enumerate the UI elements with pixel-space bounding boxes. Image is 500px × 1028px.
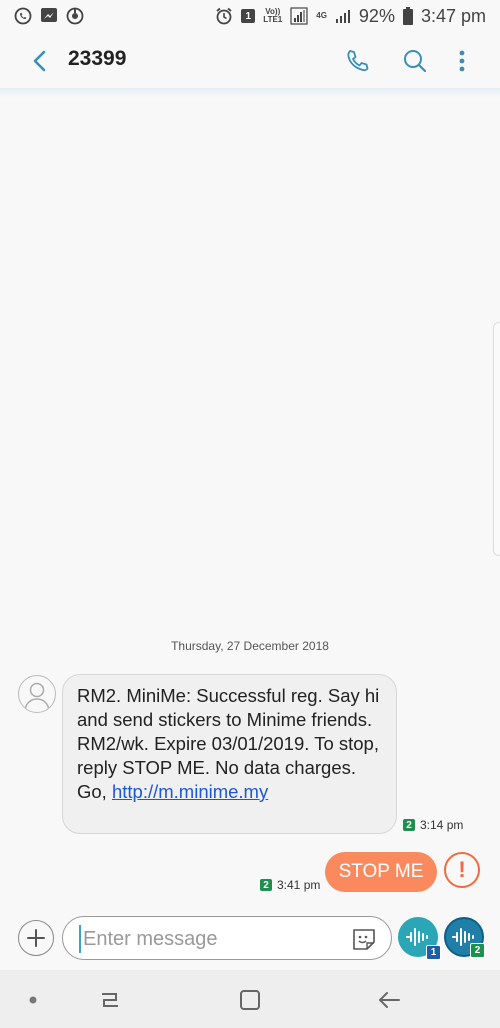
send-sim1-button[interactable]: 1 (398, 917, 441, 960)
messenger-icon (40, 7, 58, 25)
sim-2-badge: 2 (470, 943, 485, 958)
sync-icon (66, 7, 84, 25)
voice-wave-icon (406, 928, 428, 946)
add-attachment-button[interactable] (18, 920, 54, 956)
message-link[interactable]: http://m.minime.my (112, 781, 268, 802)
incoming-time: 3:14 pm (420, 818, 464, 832)
plus-icon (27, 929, 45, 947)
home-button[interactable] (237, 988, 263, 1012)
more-options-button[interactable] (447, 46, 477, 76)
conversation-title: 23399 (68, 47, 127, 70)
recents-icon (102, 993, 118, 1007)
home-dot-icon (20, 988, 46, 1012)
call-button[interactable] (342, 46, 372, 76)
composer: 1 2 (0, 912, 500, 968)
alarm-icon (215, 7, 233, 25)
status-right: 1 Vo)) LTE1 4G 92% 3:47 pm (215, 6, 486, 27)
search-icon (404, 50, 427, 73)
incoming-message-bubble[interactable]: RM2. MiniMe: Successful reg. Say hi and … (62, 674, 397, 834)
send-sim2-button[interactable]: 2 (444, 917, 485, 958)
outgoing-meta: 2 3:41 pm (260, 878, 320, 892)
app-bar: 23399 (0, 32, 500, 90)
clock: 3:47 pm (420, 5, 486, 26)
recents-button[interactable] (97, 988, 123, 1012)
status-bar: 1 Vo)) LTE1 4G 92% 3:47 pm (0, 0, 500, 32)
volte-label: Vo)) LTE1 (263, 7, 283, 24)
sticker-icon (353, 929, 375, 950)
battery-icon (402, 7, 413, 25)
whatsapp-icon (14, 7, 32, 25)
sim-badge: 2 (403, 819, 415, 831)
back-icon (33, 50, 46, 72)
signal-1-icon (290, 7, 308, 25)
search-button[interactable] (400, 46, 430, 76)
sticker-button[interactable] (351, 926, 377, 952)
nav-back-button[interactable] (376, 988, 402, 1012)
send-failed-icon[interactable]: ! (444, 852, 480, 888)
message-input-container[interactable] (62, 916, 392, 960)
status-left (14, 7, 84, 25)
contact-avatar[interactable] (18, 675, 56, 713)
phone-icon (347, 50, 369, 72)
network-type: 4G (316, 11, 327, 20)
sim-1-badge: 1 (426, 945, 441, 960)
more-icon (459, 50, 465, 72)
date-separator: Thursday, 27 December 2018 (171, 639, 329, 653)
scroll-handle[interactable] (493, 322, 500, 556)
sim-badge: 2 (260, 879, 272, 891)
outgoing-message-bubble[interactable]: STOP ME (325, 852, 437, 892)
notification-count: 1 (241, 9, 256, 23)
signal-2-icon (335, 8, 351, 24)
outgoing-time: 3:41 pm (277, 878, 321, 892)
app-bar-divider (0, 88, 500, 98)
home-icon (240, 990, 260, 1010)
battery-percent: 92% (358, 5, 395, 26)
navigation-bar (0, 970, 500, 1028)
back-nav-icon (379, 992, 400, 1008)
back-button[interactable] (28, 47, 54, 75)
person-icon (24, 682, 50, 711)
incoming-meta: 2 3:14 pm (403, 818, 463, 832)
message-input[interactable] (79, 925, 335, 953)
